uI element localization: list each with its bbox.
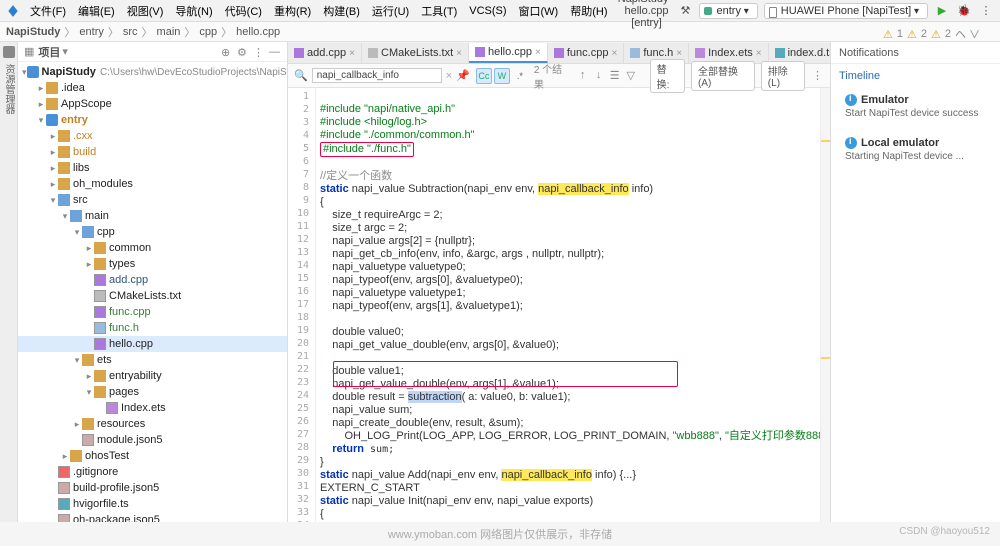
more-icon[interactable]: ⋮ (978, 3, 994, 19)
app-logo-icon (6, 4, 20, 18)
tab-add.cpp[interactable]: add.cpp× (288, 43, 362, 63)
tree-node[interactable]: func.cpp (18, 304, 287, 320)
notif-card[interactable]: Local emulator Starting NapiTest device … (839, 131, 992, 168)
exclude-button[interactable]: 排除(L) (761, 61, 805, 91)
prev-match-icon[interactable]: ↑ (576, 69, 590, 83)
tree-node[interactable]: ▸libs (18, 160, 287, 176)
tree-node[interactable]: ▸.cxx (18, 128, 287, 144)
menu-edit[interactable]: 编辑(E) (74, 1, 119, 21)
resource-tool[interactable]: 资源管理器 (1, 64, 16, 114)
tree-root[interactable]: ▾ NapiStudy C:\Users\hw\DevEcoStudioProj… (18, 64, 287, 80)
close-tab-icon: × (349, 48, 355, 59)
info-icon (845, 137, 857, 149)
tab-CMakeLists.txt[interactable]: CMakeLists.txt× (362, 43, 469, 63)
device-selector[interactable]: HUAWEI Phone [NapiTest] ▾ (764, 3, 928, 19)
tree-node[interactable]: ▸entryability (18, 368, 287, 384)
notif-card[interactable]: Emulator Start NapiTest device success (839, 88, 992, 125)
sidebar-target-icon[interactable]: ⊕ (221, 46, 233, 58)
menu-help[interactable]: 帮助(H) (566, 1, 611, 21)
menu-run[interactable]: 运行(U) (368, 1, 413, 21)
tree-node[interactable]: func.h (18, 320, 287, 336)
menu-refactor[interactable]: 重构(R) (270, 1, 315, 21)
collapse-icon[interactable]: ▦ (24, 45, 34, 58)
find-more-icon[interactable]: ⋮ (811, 69, 824, 83)
regex-toggle[interactable]: .* (512, 68, 528, 84)
tree-node[interactable]: ▸build (18, 144, 287, 160)
words-toggle[interactable]: W (494, 68, 510, 84)
sidebar-hide-icon[interactable]: ⋮ (253, 46, 265, 58)
close-tab-icon: × (535, 47, 541, 58)
breadcrumb: NapiStudy 〉entry 〉src 〉main 〉cpp 〉hello.… (0, 22, 1000, 42)
clear-search-icon[interactable]: × (446, 70, 452, 82)
watermark-right: CSDN @haoyou512 (899, 526, 990, 537)
tree-node[interactable]: CMakeLists.txt (18, 288, 287, 304)
tree-node[interactable]: ▸types (18, 256, 287, 272)
info-icon (845, 94, 857, 106)
replace-all-button[interactable]: 全部替换(A) (691, 61, 755, 91)
tree-node[interactable]: .gitignore (18, 464, 287, 480)
menu-vcs[interactable]: VCS(S) (465, 3, 510, 19)
tree-node[interactable]: ▸oh_modules (18, 176, 287, 192)
tree-node[interactable]: ▸resources (18, 416, 287, 432)
menu-navigate[interactable]: 导航(N) (171, 1, 216, 21)
notifications-title: Notifications (831, 42, 1000, 64)
match-count: 2 个结果 (534, 61, 570, 91)
sidebar-title: 项目 (38, 44, 60, 60)
next-match-icon[interactable]: ↓ (592, 69, 606, 83)
tree-node[interactable]: ▸common (18, 240, 287, 256)
menu-view[interactable]: 视图(V) (123, 1, 168, 21)
tree-node[interactable]: ▸ohosTest (18, 448, 287, 464)
menu-code[interactable]: 代码(C) (221, 1, 266, 21)
code-editor[interactable]: #include "napi/native_api.h" #include <h… (316, 88, 820, 522)
minimap[interactable] (820, 88, 830, 522)
sidebar-minimize-icon[interactable]: — (269, 46, 281, 58)
tree-node[interactable]: ▾src (18, 192, 287, 208)
close-tab-icon: × (676, 48, 682, 59)
select-all-icon[interactable]: ☰ (608, 69, 622, 83)
tree-node[interactable]: add.cpp (18, 272, 287, 288)
match-case-toggle[interactable]: Cc (476, 68, 492, 84)
inspection-status[interactable]: ⚠1 ⚠2 ⚠2 ヘ ∨ (883, 26, 980, 42)
debug-icon[interactable]: 🐞 (956, 3, 972, 19)
project-tool-icon[interactable] (3, 46, 15, 58)
run-config-selector[interactable]: entry ▾ (699, 3, 757, 19)
timeline-link[interactable]: Timeline (839, 70, 992, 82)
tree-node[interactable]: build-profile.json5 (18, 480, 287, 496)
tree-node[interactable]: ▾pages (18, 384, 287, 400)
tree-node[interactable]: ▸.idea (18, 80, 287, 96)
menu-build[interactable]: 构建(B) (319, 1, 364, 21)
crumb-entry[interactable]: entry (79, 26, 103, 38)
tree-node[interactable]: ▾entry (18, 112, 287, 128)
watermark-left: www.ymoban.com 网络图片仅供展示，非存储 (388, 529, 612, 541)
crumb-root[interactable]: NapiStudy (6, 26, 60, 38)
search-icon: 🔍 (294, 69, 308, 82)
sidebar-settings-icon[interactable]: ⚙ (237, 46, 249, 58)
pin-icon[interactable]: 📌 (456, 69, 470, 82)
window-title: NapiStudy - hello.cpp [entry] (616, 0, 678, 29)
tree-node[interactable]: hello.cpp (18, 336, 287, 352)
tree-node[interactable]: hvigorfile.ts (18, 496, 287, 512)
tree-node[interactable]: ▾main (18, 208, 287, 224)
menu-tools[interactable]: 工具(T) (417, 1, 461, 21)
tree-node[interactable]: oh-package.json5 (18, 512, 287, 522)
run-icon[interactable]: ▶ (934, 3, 950, 19)
find-input[interactable]: napi_callback_info (312, 68, 442, 83)
tree-node[interactable]: module.json5 (18, 432, 287, 448)
close-tab-icon: × (456, 48, 462, 59)
tree-node[interactable]: ▸AppScope (18, 96, 287, 112)
close-tab-icon: × (756, 48, 762, 59)
close-tab-icon: × (611, 48, 617, 59)
tree-node[interactable]: Index.ets (18, 400, 287, 416)
filter-icon[interactable]: ▽ (624, 69, 638, 83)
build-hammer-icon[interactable]: ⚒ (677, 3, 693, 19)
menu-file[interactable]: 文件(F) (26, 1, 70, 21)
tree-node[interactable]: ▾cpp (18, 224, 287, 240)
menu-window[interactable]: 窗口(W) (515, 1, 563, 21)
tree-node[interactable]: ▾ets (18, 352, 287, 368)
